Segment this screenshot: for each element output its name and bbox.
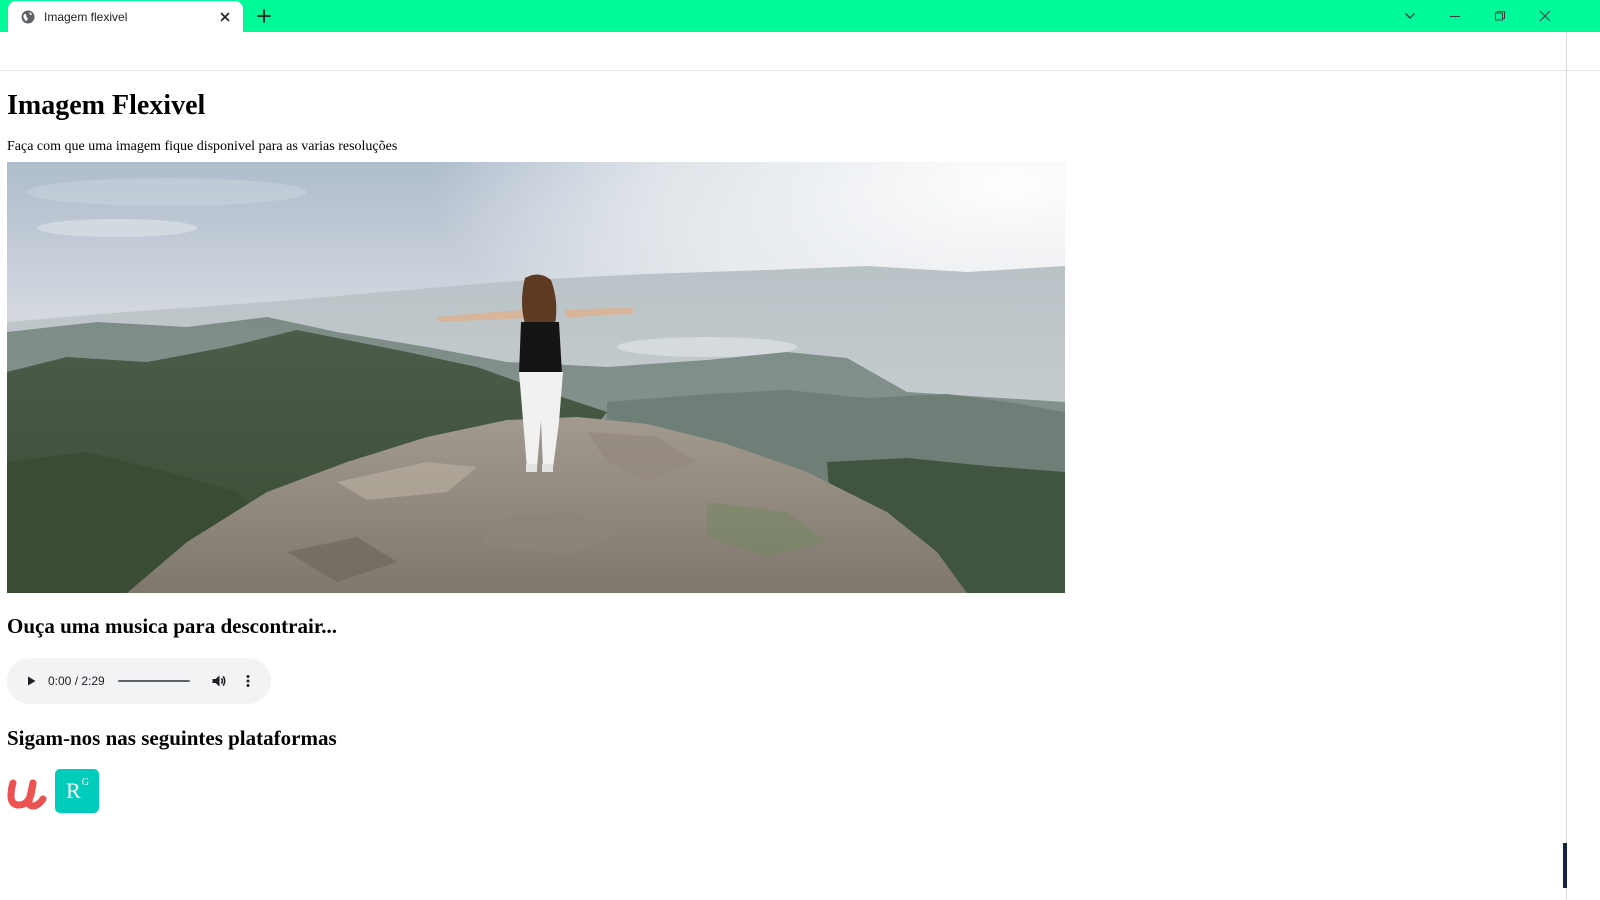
researchgate-logo-sup: G [81,776,89,788]
page-description: Faça com que uma imagem fique disponivel… [7,139,398,154]
browser-toolbar [0,32,1600,71]
minimize-icon[interactable] [1432,0,1478,32]
music-heading: Ouça uma musica para descontrair... [7,614,337,638]
social-links: RG [7,769,1557,813]
close-icon[interactable] [217,9,233,25]
viewport-edge [1566,32,1567,900]
udemy-logo-icon [7,779,47,810]
globe-icon [20,9,36,25]
restore-icon[interactable] [1477,0,1523,32]
tab-title: Imagem flexivel [44,9,128,24]
more-options-icon[interactable] [240,673,256,689]
udemy-logo-link[interactable] [7,769,53,813]
chevron-down-icon[interactable] [1387,0,1433,32]
page-content: Imagem Flexivel Faça com que uma imagem … [7,71,1557,813]
play-icon[interactable] [23,673,39,689]
plus-icon[interactable] [254,6,274,26]
audio-time: 0:00 / 2:29 [48,674,105,688]
taskbar-corner [1563,843,1567,888]
audio-player[interactable]: 0:00 / 2:29 [7,658,271,704]
browser-tab[interactable]: Imagem flexivel [8,1,243,32]
researchgate-logo-link[interactable]: RG [55,769,99,813]
volume-icon[interactable] [210,672,228,690]
researchgate-logo-letter: R [66,778,81,803]
audio-progress-slider[interactable] [117,679,190,683]
hero-image [7,162,1065,593]
browser-titlebar: Imagem flexivel [0,0,1600,32]
page-title: Imagem Flexivel [7,90,206,121]
close-window-icon[interactable] [1522,0,1568,32]
social-heading: Sigam-nos nas seguintes plataformas [7,726,337,750]
